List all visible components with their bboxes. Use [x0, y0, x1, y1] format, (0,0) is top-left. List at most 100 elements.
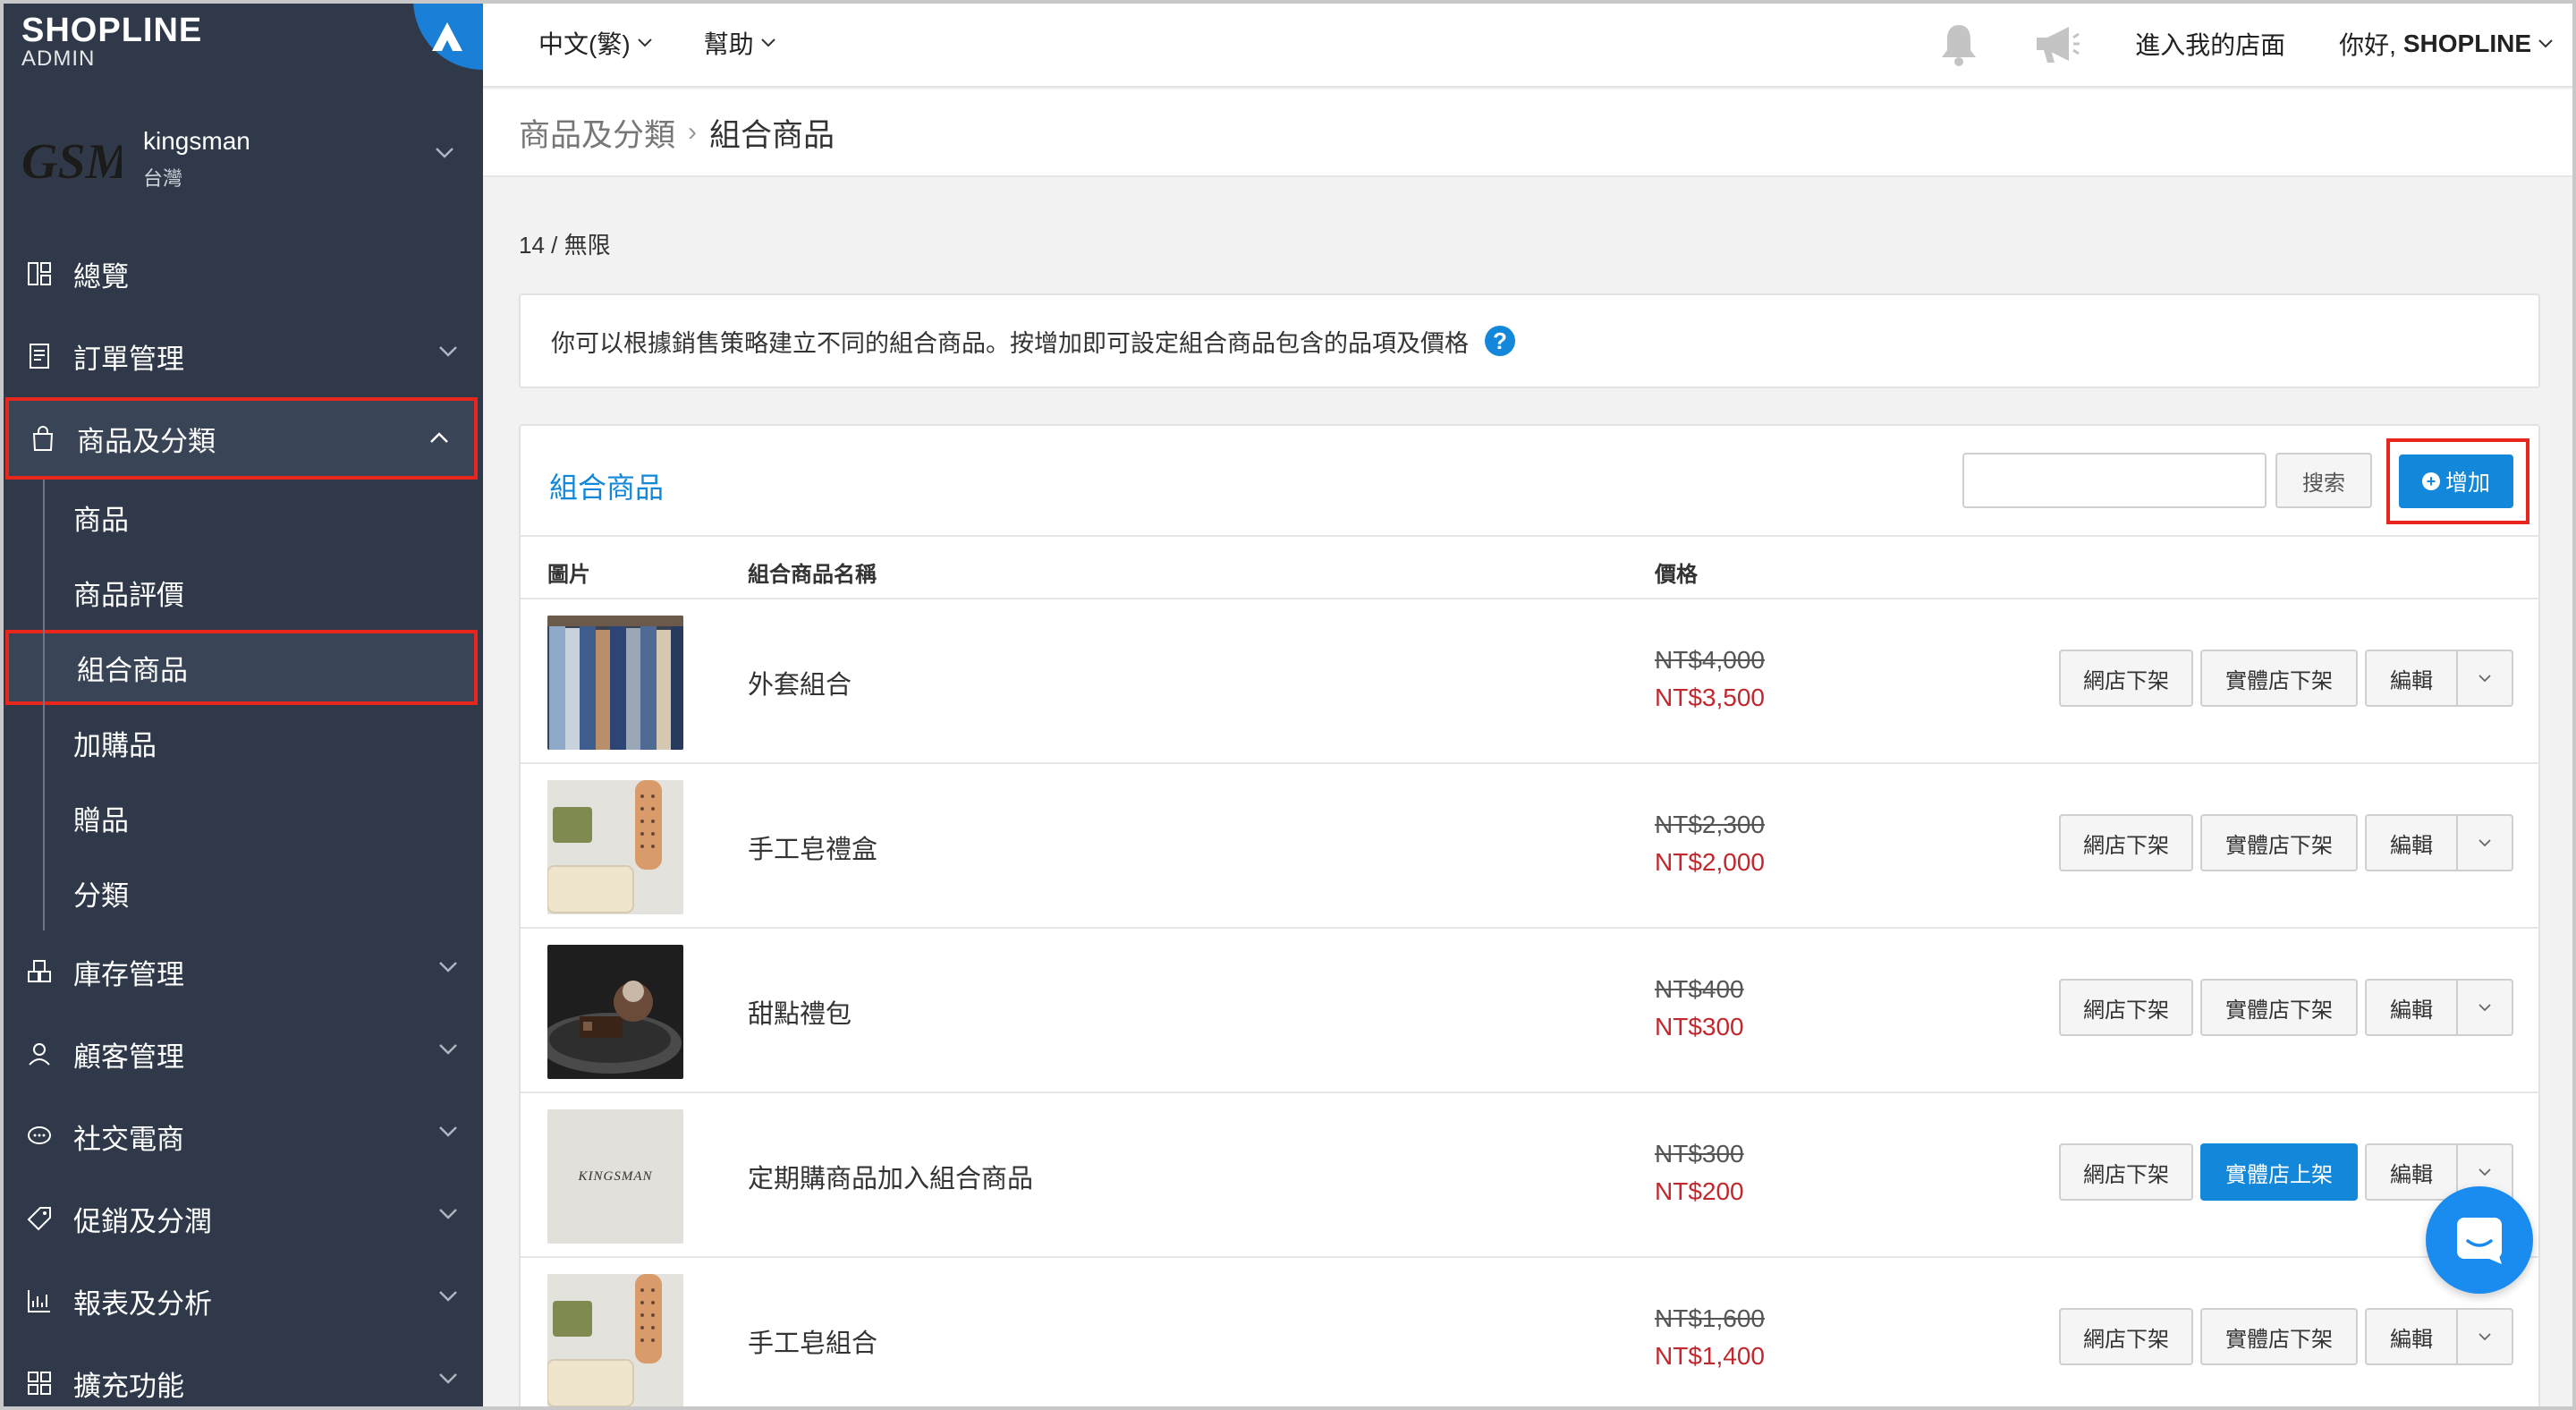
sidebar-subitem-addons[interactable]: 加購品	[0, 705, 483, 780]
unpublish-retail-button[interactable]: 實體店下架	[2200, 979, 2358, 1036]
original-price: NT$400	[1655, 975, 1744, 1003]
sidebar-item-orders[interactable]: 訂單管理	[0, 315, 483, 397]
table-row: 甜點禮包 NT$400 NT$300 網店下架 實體店下架 編輯	[521, 929, 2538, 1093]
language-dropdown[interactable]: 中文(繁)	[538, 25, 652, 61]
sidebar-item-social-commerce[interactable]: 社交電商	[0, 1095, 483, 1177]
row-actions: 網店下架 實體店下架 編輯	[2059, 1308, 2513, 1365]
product-thumbnail[interactable]: KINGSMAN	[547, 1109, 683, 1244]
chevron-down-icon	[760, 38, 775, 47]
sidebar-item-extensions[interactable]: 擴充功能	[0, 1342, 483, 1410]
product-thumbnail[interactable]	[547, 945, 683, 1079]
table-header: 圖片 組合商品名稱 價格	[521, 537, 2538, 599]
store-region: 台灣	[143, 167, 183, 190]
user-menu[interactable]: 你好, SHOPLINE	[2339, 26, 2553, 62]
unpublish-online-button[interactable]: 網店下架	[2059, 814, 2193, 871]
bundle-name[interactable]: 甜點禮包	[748, 993, 852, 1031]
publish-retail-button[interactable]: 實體店上架	[2200, 1143, 2358, 1201]
unpublish-retail-button[interactable]: 實體店下架	[2200, 814, 2358, 871]
sidebar-item-label: 商品及分類	[77, 425, 216, 457]
sidebar: SHOPLINE ADMIN GSM kingsman 台灣 總覽 訂單管理 商…	[0, 0, 483, 1410]
chevron-down-icon	[2479, 1003, 2491, 1011]
product-thumbnail[interactable]	[547, 1274, 683, 1408]
more-actions-dropdown[interactable]	[2458, 979, 2513, 1036]
chevron-down-icon	[637, 38, 652, 47]
product-thumbnail[interactable]	[547, 780, 683, 914]
sidebar-subitem-reviews[interactable]: 商品評價	[0, 555, 483, 630]
more-actions-dropdown[interactable]	[2458, 650, 2513, 707]
more-actions-dropdown[interactable]	[2458, 1308, 2513, 1365]
product-thumbnail[interactable]	[547, 616, 683, 750]
question-mark-icon[interactable]: ?	[1485, 326, 1515, 356]
chevron-down-icon	[439, 1126, 457, 1137]
shopping-bag-icon	[29, 424, 57, 453]
top-bar: 中文(繁) 幫助 進入我的店面 你好, SHOPLINE	[483, 0, 2576, 88]
chevron-down-icon	[439, 1044, 457, 1055]
sidebar-item-inventory[interactable]: 庫存管理	[0, 930, 483, 1013]
bundle-name[interactable]: 手工皂禮盒	[748, 828, 877, 866]
sidebar-item-label: 報表及分析	[73, 1287, 212, 1320]
edit-button[interactable]: 編輯	[2365, 1308, 2458, 1365]
unpublish-online-button[interactable]: 網店下架	[2059, 979, 2193, 1036]
chevron-down-icon	[439, 1373, 457, 1384]
shopline-mark-icon[interactable]	[413, 0, 483, 70]
table-row: 手工皂禮盒 NT$2,300 NT$2,000 網店下架 實體店下架 編輯	[521, 764, 2538, 929]
table-row: 手工皂組合 NT$1,600 NT$1,400 網店下架 實體店下架 編輯	[521, 1258, 2538, 1410]
store-name: kingsman	[143, 127, 250, 155]
sidebar-subitem-bundles[interactable]: 組合商品	[5, 630, 478, 705]
sidebar-item-reports[interactable]: 報表及分析	[0, 1260, 483, 1342]
brand-sub: ADMIN	[21, 47, 96, 71]
visit-store-link[interactable]: 進入我的店面	[2135, 26, 2285, 62]
sale-price: NT$300	[1655, 1013, 1744, 1041]
megaphone-icon[interactable]	[2033, 23, 2081, 64]
brand-logo[interactable]: SHOPLINE ADMIN	[21, 13, 202, 75]
panel-header: 組合商品 搜索 + 增加	[521, 426, 2538, 537]
search-input[interactable]	[1962, 453, 2267, 508]
chevron-down-icon	[2479, 1168, 2491, 1176]
bundle-name[interactable]: 定期購商品加入組合商品	[748, 1158, 1033, 1195]
original-price: NT$4,000	[1655, 646, 1765, 674]
unpublish-online-button[interactable]: 網店下架	[2059, 1308, 2193, 1365]
edit-split-button: 編輯	[2365, 814, 2513, 871]
info-text: 你可以根據銷售策略建立不同的組合商品。按增加即可設定組合商品包含的品項及價格	[551, 329, 1469, 357]
help-dropdown[interactable]: 幫助	[704, 25, 775, 61]
sidebar-subitem-categories[interactable]: 分類	[0, 855, 483, 930]
bundle-name[interactable]: 手工皂組合	[748, 1322, 877, 1360]
account-switcher[interactable]: GSM kingsman 台灣	[0, 115, 483, 204]
chevron-down-icon	[2538, 39, 2553, 48]
chat-launcher-icon[interactable]	[2426, 1186, 2533, 1294]
tag-icon	[25, 1204, 54, 1233]
search-button[interactable]: 搜索	[2275, 453, 2372, 508]
breadcrumb-parent[interactable]: 商品及分類	[519, 110, 675, 156]
row-actions: 網店下架 實體店下架 編輯	[2059, 650, 2513, 707]
chevron-down-icon	[2479, 1332, 2491, 1340]
brand-name: SHOPLINE	[21, 12, 203, 49]
edit-split-button: 編輯	[2365, 979, 2513, 1036]
sidebar-item-customers[interactable]: 顧客管理	[0, 1013, 483, 1095]
add-label: 增加	[2445, 471, 2490, 496]
chevron-down-icon	[439, 1209, 457, 1219]
sidebar-subitem-gifts[interactable]: 贈品	[0, 780, 483, 855]
unpublish-online-button[interactable]: 網店下架	[2059, 650, 2193, 707]
sidebar-item-products[interactable]: 商品及分類	[5, 397, 478, 480]
sidebar-item-label: 顧客管理	[73, 1041, 184, 1073]
original-price: NT$300	[1655, 1140, 1744, 1168]
edit-button[interactable]: 編輯	[2365, 650, 2458, 707]
bell-icon[interactable]	[1938, 21, 1979, 66]
unpublish-retail-button[interactable]: 實體店下架	[2200, 650, 2358, 707]
unpublish-online-button[interactable]: 網店下架	[2059, 1143, 2193, 1201]
sidebar-subitem-products[interactable]: 商品	[0, 480, 483, 555]
more-actions-dropdown[interactable]	[2458, 814, 2513, 871]
bundle-name[interactable]: 外套組合	[748, 664, 852, 701]
sidebar-item-promotions[interactable]: 促銷及分潤	[0, 1177, 483, 1260]
greeting-text: 你好,	[2339, 31, 2396, 59]
language-label: 中文(繁)	[538, 30, 631, 58]
add-bundle-button[interactable]: + 增加	[2399, 454, 2513, 508]
store-logo: GSM	[21, 134, 122, 190]
edit-button[interactable]: 編輯	[2365, 1143, 2458, 1201]
unpublish-retail-button[interactable]: 實體店下架	[2200, 1308, 2358, 1365]
edit-button[interactable]: 編輯	[2365, 814, 2458, 871]
sidebar-item-dashboard[interactable]: 總覽	[0, 233, 483, 315]
chevron-down-icon	[439, 1291, 457, 1302]
row-actions: 網店下架 實體店下架 編輯	[2059, 814, 2513, 871]
edit-button[interactable]: 編輯	[2365, 979, 2458, 1036]
